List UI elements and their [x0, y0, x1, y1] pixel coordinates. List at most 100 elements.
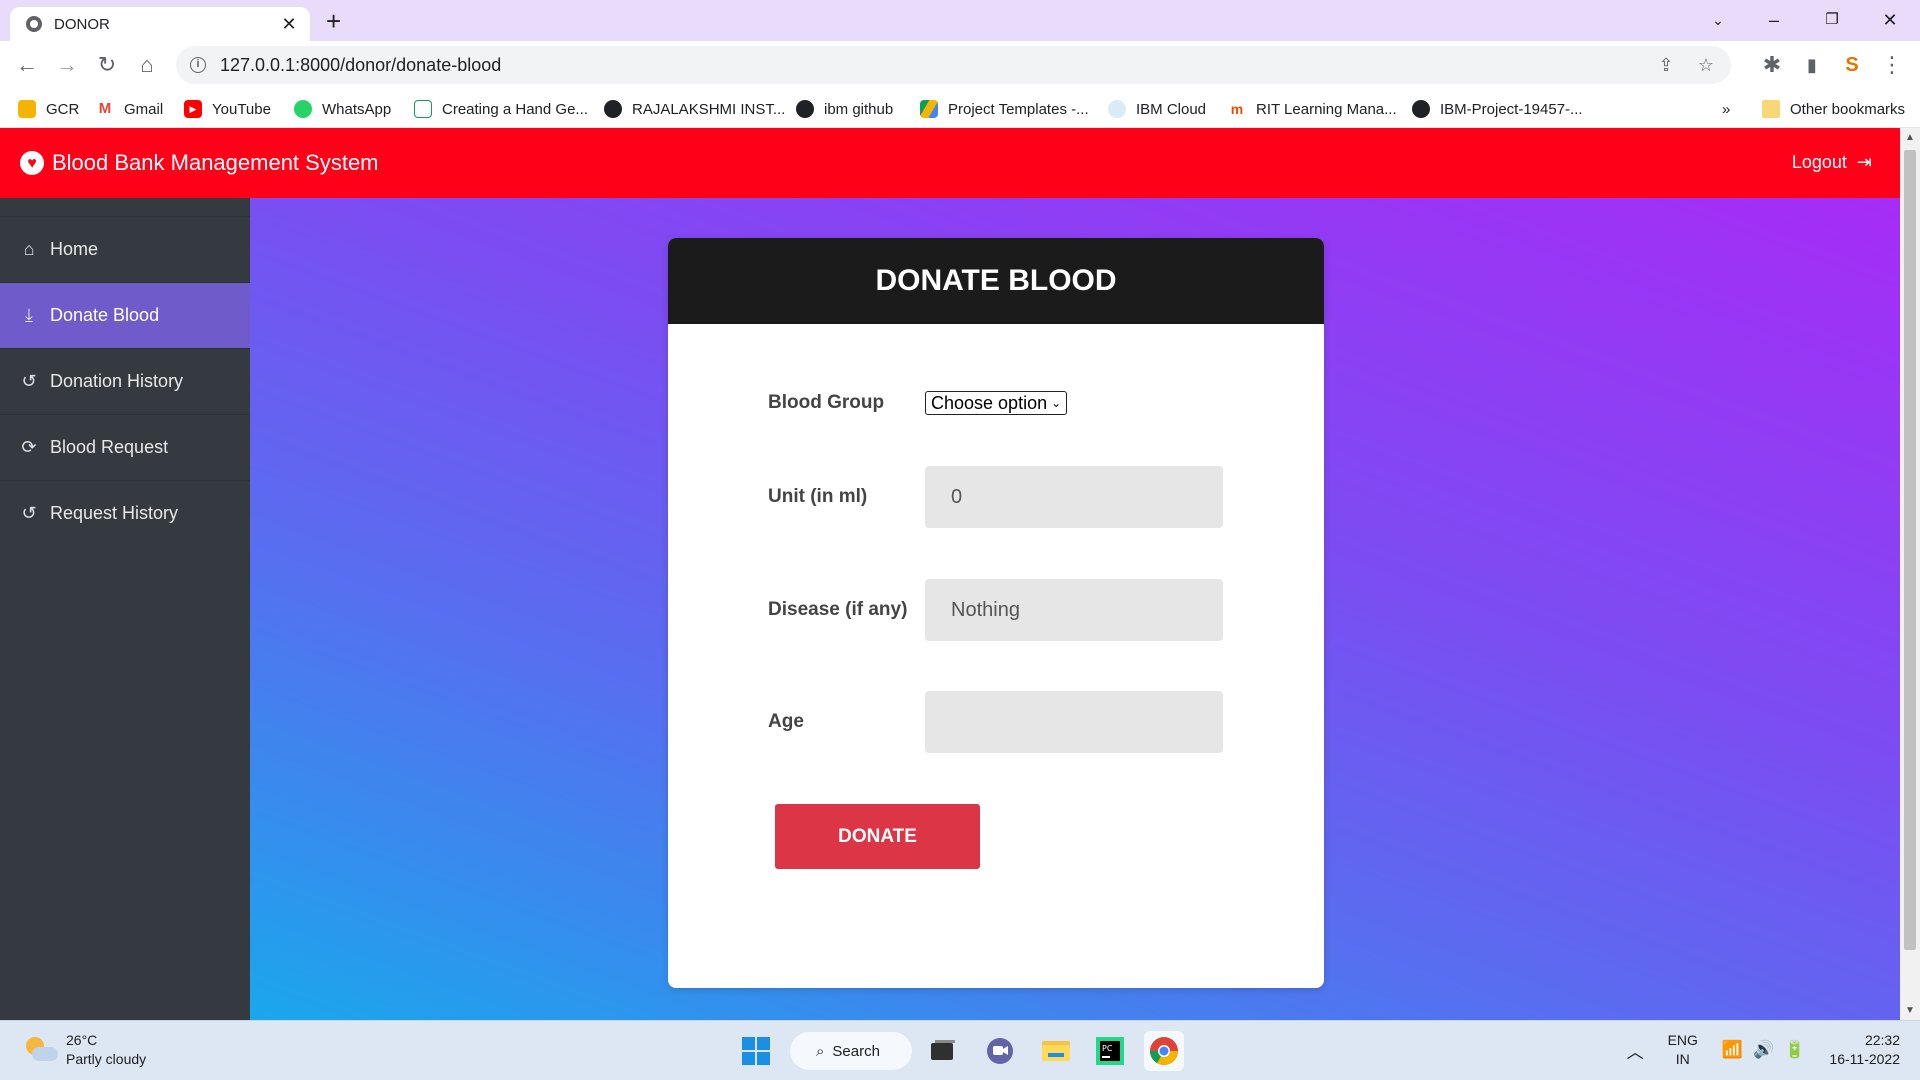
sidebar-item-home[interactable]: ⌂ Home — [0, 216, 250, 282]
home-icon[interactable]: ⌂ — [131, 49, 163, 81]
pycharm-icon[interactable]: PC — [1090, 1031, 1130, 1071]
file-explorer-icon[interactable] — [1036, 1031, 1076, 1071]
bookmark-ibm-github[interactable]: ibm github — [796, 98, 893, 120]
globe-icon — [26, 16, 42, 32]
brand[interactable]: ♥ Blood Bank Management System — [20, 150, 379, 176]
taskbar-search-label: Search — [832, 1042, 880, 1060]
date: 16-11-2022 — [1829, 1051, 1900, 1067]
sidebar-item-request-history[interactable]: ↺ Request History — [0, 480, 250, 546]
logout-link[interactable]: Logout ⇥ — [1792, 152, 1872, 173]
bookmark-ibm-project[interactable]: IBM-Project-19457-... — [1412, 98, 1583, 120]
share-icon[interactable]: ⇪ — [1651, 55, 1681, 76]
tab-title: DONOR — [54, 15, 110, 33]
page-scrollbar[interactable]: ▲ ▼ — [1900, 128, 1920, 1020]
task-view-icon[interactable] — [922, 1031, 962, 1071]
main-content: DONATE BLOOD Blood Group Choose option ⌄… — [250, 198, 1900, 1020]
bookmark-rajalakshmi[interactable]: RAJALAKSHMI INST... — [604, 98, 785, 120]
disease-input[interactable]: Nothing — [925, 579, 1223, 641]
browser-toolbar: ← → ↻ ⌂ i 127.0.0.1:8000/donor/donate-bl… — [0, 41, 1920, 90]
new-tab-icon[interactable]: + — [326, 8, 341, 34]
bookmark-ibm-cloud[interactable]: IBM Cloud — [1108, 98, 1206, 120]
back-icon[interactable]: ← — [11, 49, 43, 81]
sidebar-item-label: Donate Blood — [50, 305, 160, 325]
bookmark-hand-gesture[interactable]: Creating a Hand Ge... — [414, 98, 588, 120]
blood-group-select[interactable]: Choose option ⌄ — [925, 391, 1067, 415]
scrollbar-thumb[interactable] — [1904, 150, 1916, 950]
browser-tab-strip: DONOR ✕ + ⌄ – ❐ ✕ — [0, 0, 1920, 41]
bookmark-gmail[interactable]: M Gmail — [96, 98, 163, 120]
chevron-down-icon: ⌄ — [1051, 396, 1062, 410]
moodle-icon: m — [1228, 100, 1246, 118]
sidebar-item-label: Request History — [50, 503, 179, 523]
menu-icon[interactable]: ⋮ — [1876, 49, 1908, 81]
partly-cloudy-icon — [22, 1035, 58, 1065]
bookmark-star-icon[interactable]: ☆ — [1691, 55, 1721, 76]
donate-form-card: DONATE BLOOD Blood Group Choose option ⌄… — [668, 238, 1324, 988]
bookmarks-overflow[interactable]: » — [1722, 98, 1730, 120]
github-icon — [1412, 100, 1430, 118]
search-icon: ⌕ — [816, 1042, 825, 1060]
close-window-icon[interactable]: ✕ — [1868, 6, 1912, 34]
teams-chat-icon[interactable] — [980, 1031, 1020, 1071]
disease-label: Disease (if any) — [768, 599, 908, 620]
sidebar-item-label: Home — [50, 239, 99, 259]
bookmarks-bar: GCR M Gmail ▶ YouTube WhatsApp Creating a … — [0, 90, 1920, 128]
sheets-icon — [414, 100, 432, 118]
scroll-up-icon[interactable]: ▲ — [1905, 132, 1915, 143]
form-title: DONATE BLOOD — [668, 238, 1324, 324]
svg-text:PC: PC — [1102, 1044, 1113, 1053]
url-text[interactable]: 127.0.0.1:8000/donor/donate-blood — [220, 55, 1651, 76]
home-icon: ⌂ — [23, 239, 35, 259]
reload-icon[interactable]: ↻ — [91, 49, 123, 81]
site-info-icon[interactable]: i — [190, 57, 206, 73]
brand-title: Blood Bank Management System — [52, 150, 379, 175]
sidebar-item-donate-blood[interactable]: ⤓ Donate Blood — [0, 282, 250, 348]
restore-icon[interactable]: ❐ — [1810, 6, 1854, 34]
tab-search-chevron-icon[interactable]: ⌄ — [1696, 6, 1740, 34]
system-tray: ︿ ENG IN 📶 🔊 🔋 22:32 16-11-2022 — [1627, 1031, 1900, 1069]
windows-start-icon[interactable] — [736, 1031, 776, 1071]
minimize-icon[interactable]: – — [1752, 6, 1796, 34]
bookmark-gcr[interactable]: GCR — [18, 98, 79, 120]
age-label: Age — [768, 711, 804, 732]
temperature: 26°C — [66, 1032, 98, 1048]
forward-icon[interactable]: → — [51, 49, 83, 81]
blood-group-label: Blood Group — [768, 392, 885, 413]
history-icon: ↺ — [21, 503, 37, 523]
bookmark-rit-learning[interactable]: m RIT Learning Mana... — [1228, 98, 1397, 120]
whatsapp-icon — [294, 100, 312, 118]
chevron-up-icon[interactable]: ︿ — [1627, 1038, 1644, 1063]
bookmark-youtube[interactable]: ▶ YouTube — [184, 98, 271, 120]
weather-widget[interactable]: 26°C Partly cloudy — [22, 1031, 146, 1069]
heart-icon: ♥ — [20, 151, 44, 175]
refresh-icon: ⟳ — [21, 437, 37, 457]
profile-icon[interactable]: S — [1836, 49, 1868, 81]
folder-icon — [1762, 100, 1780, 118]
volume-icon[interactable]: 🔊 — [1753, 1040, 1774, 1060]
wifi-icon[interactable]: 📶 — [1722, 1040, 1743, 1060]
side-panel-icon[interactable]: ▮ — [1796, 49, 1828, 81]
donate-button[interactable]: DONATE — [775, 804, 980, 869]
weather-condition: Partly cloudy — [66, 1051, 147, 1067]
sidebar-item-donation-history[interactable]: ↺ Donation History — [0, 348, 250, 414]
clock[interactable]: 22:32 16-11-2022 — [1829, 1031, 1900, 1069]
bookmark-whatsapp[interactable]: WhatsApp — [294, 98, 391, 120]
sidebar-item-blood-request[interactable]: ⟳ Blood Request — [0, 414, 250, 480]
tab-close-icon[interactable]: ✕ — [278, 13, 300, 35]
unit-input[interactable]: 0 — [925, 466, 1223, 528]
bookmark-project-templates[interactable]: Project Templates -... — [920, 98, 1089, 120]
other-bookmarks[interactable]: Other bookmarks — [1762, 98, 1905, 120]
taskbar-search[interactable]: ⌕ Search — [790, 1032, 912, 1070]
browser-tab[interactable]: DONOR ✕ — [10, 7, 310, 41]
battery-icon[interactable]: 🔋 — [1784, 1040, 1805, 1060]
chrome-icon[interactable] — [1144, 1031, 1184, 1071]
sidebar-item-label: Donation History — [50, 371, 184, 391]
language-indicator[interactable]: ENG IN — [1668, 1031, 1698, 1069]
extensions-icon[interactable]: ✱ — [1756, 49, 1788, 81]
age-input[interactable] — [925, 691, 1223, 753]
app-header: ♥ Blood Bank Management System Logout ⇥ — [0, 128, 1900, 198]
github-icon — [796, 100, 814, 118]
scroll-down-icon[interactable]: ▼ — [1905, 1005, 1915, 1016]
unit-label: Unit (in ml) — [768, 486, 868, 507]
address-bar[interactable]: i 127.0.0.1:8000/donor/donate-blood ⇪ ☆ — [176, 46, 1731, 84]
